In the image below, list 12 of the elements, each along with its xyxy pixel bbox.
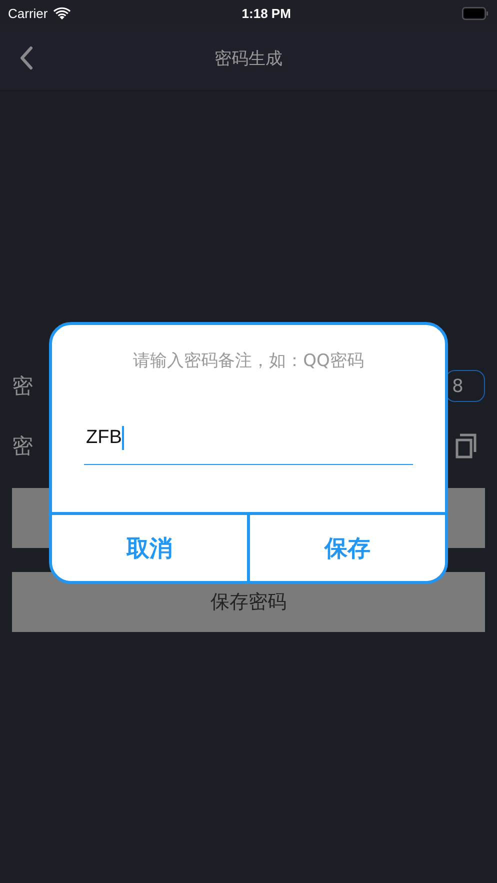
copy-icon[interactable] [455, 433, 477, 459]
note-input[interactable]: ZFB [84, 426, 413, 465]
dialog-message: 请输入密码备注，如：QQ密码 [132, 350, 365, 372]
battery-icon [462, 6, 489, 20]
row-label: 密 [12, 433, 33, 460]
carrier-name: Carrier [8, 6, 48, 20]
status-time: 1:18 PM [242, 6, 291, 20]
page-title: 密码生成 [214, 48, 282, 70]
save-button[interactable]: 保存 [247, 515, 445, 581]
wifi-icon [52, 6, 71, 20]
row-label: 密 [12, 373, 33, 400]
back-icon[interactable] [19, 46, 33, 70]
